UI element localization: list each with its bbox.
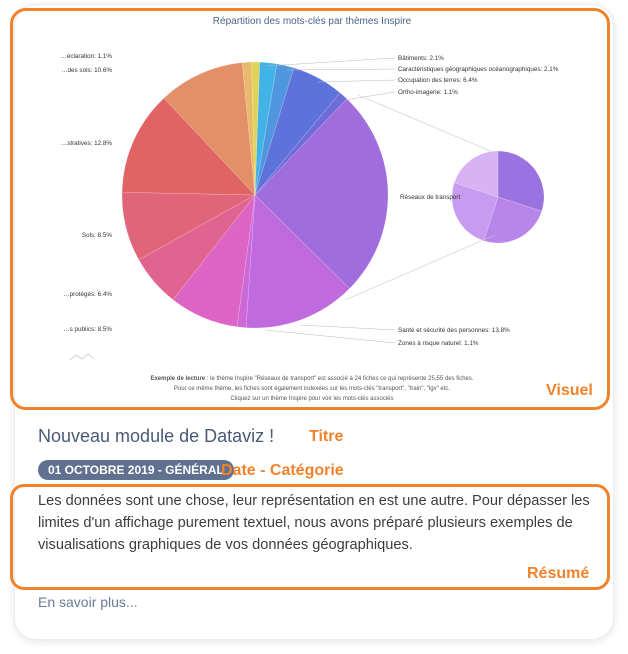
annotation-date-categorie: Date - Catégorie: [221, 462, 344, 479]
article-summary: Les données sont une chose, leur représe…: [38, 493, 590, 553]
date-category-badge[interactable]: 01 OCTOBRE 2019 - GÉNÉRAL: [38, 460, 234, 480]
date-category-row: 01 OCTOBRE 2019 - GÉNÉRAL: [38, 460, 234, 482]
annotation-titre: Titre: [309, 428, 344, 445]
visual-annotation-frame: [10, 8, 610, 410]
article-title[interactable]: Nouveau module de Dataviz !: [38, 426, 274, 447]
annotation-visuel: Visuel: [546, 382, 593, 399]
read-more-link[interactable]: En savoir plus...: [38, 594, 138, 610]
article-title-text[interactable]: Nouveau module de Dataviz !: [38, 426, 274, 446]
annotation-resume: Résumé: [527, 565, 590, 582]
